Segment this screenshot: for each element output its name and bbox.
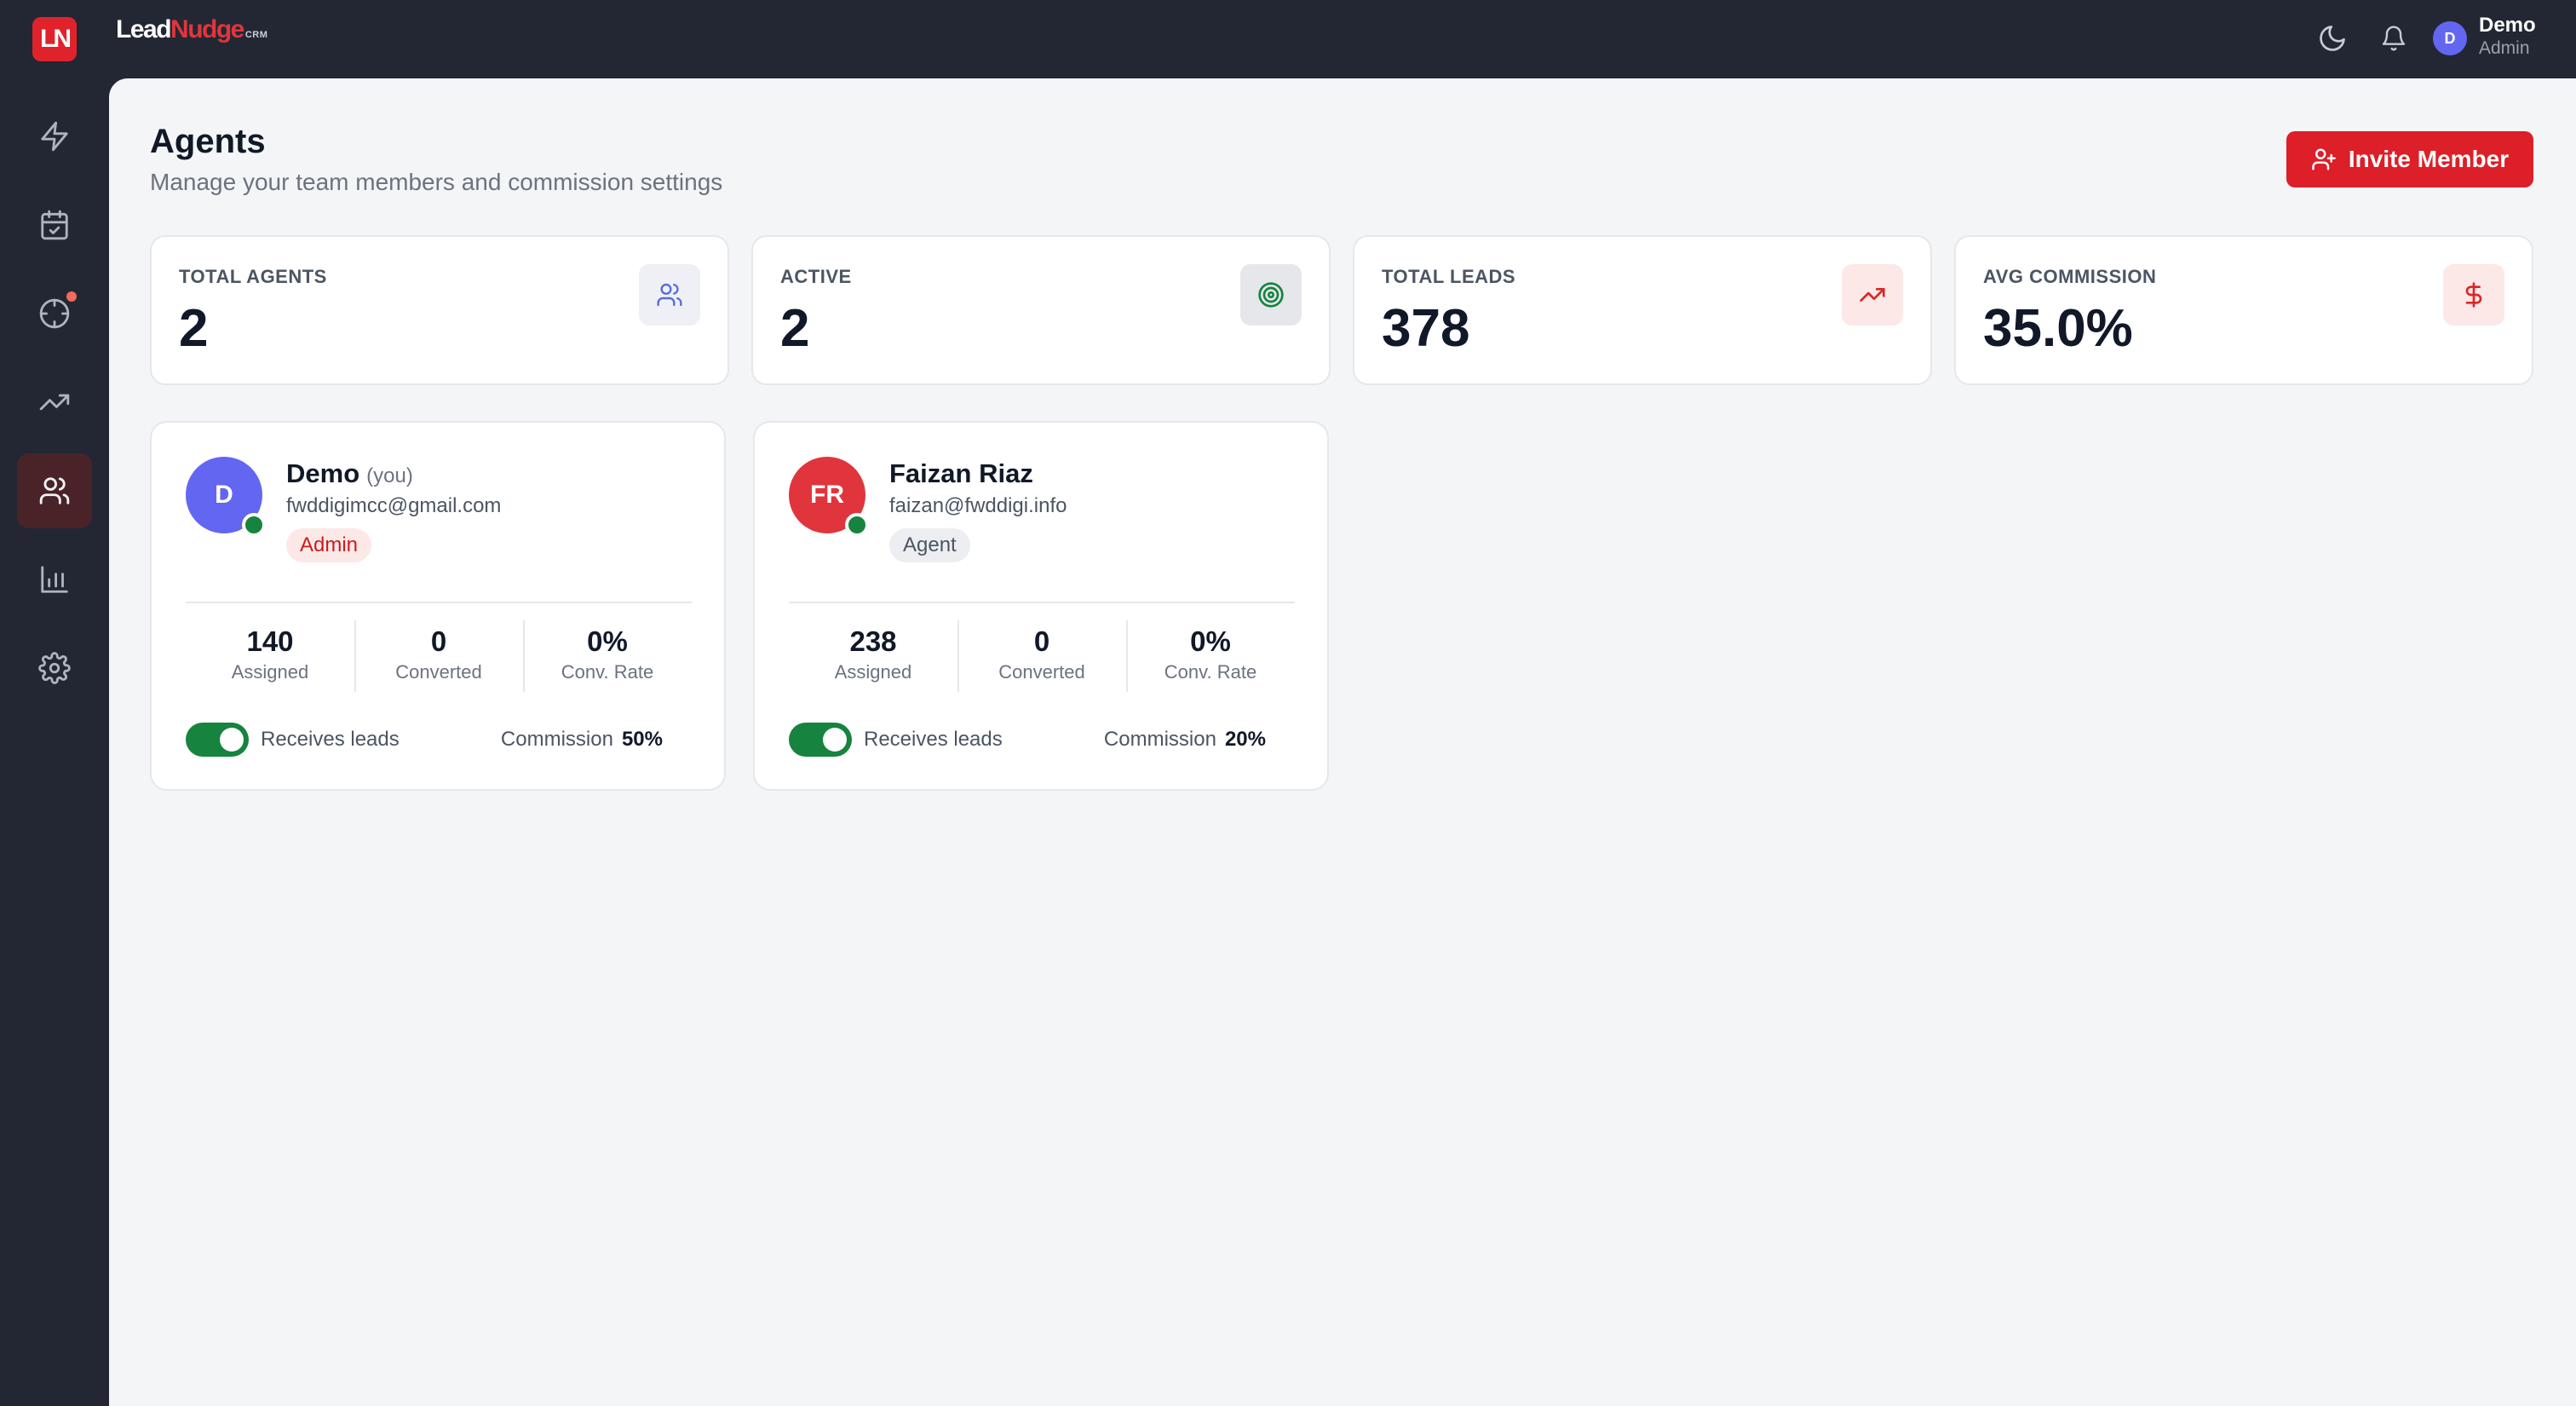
- user-menu[interactable]: Demo Admin: [2479, 14, 2536, 60]
- lightning-icon: [38, 120, 71, 153]
- role-badge: Agent: [889, 528, 970, 562]
- metric-value: 0%: [1190, 625, 1231, 657]
- brand-crm-text: CRM: [244, 30, 268, 40]
- main-content: Agents Manage your team members and comm…: [109, 78, 2576, 1406]
- stat-card-avg-commission: AVG COMMISSION 35.0%: [1954, 235, 2533, 385]
- agent-name: Faizan Riaz: [889, 458, 1033, 488]
- crosshair-icon: [38, 297, 71, 330]
- metric-label: Assigned: [834, 661, 912, 683]
- sidebar-item-trending-up[interactable]: [17, 365, 92, 440]
- stat-label: TOTAL LEADS: [1382, 266, 1516, 287]
- brand-logo[interactable]: LeadNudge CRM: [116, 17, 267, 43]
- stat-value: 2: [780, 299, 810, 358]
- user-role: Admin: [2479, 38, 2530, 58]
- stat-card-total-leads: TOTAL LEADS 378: [1353, 235, 1932, 385]
- moon-icon[interactable]: [2314, 20, 2351, 57]
- dollar-icon: [2443, 264, 2504, 326]
- receives-leads-toggle[interactable]: [186, 723, 249, 757]
- stat-label: AVG COMMISSION: [1983, 266, 2157, 287]
- invite-member-label: Invite Member: [2348, 146, 2510, 172]
- stat-value: 378: [1382, 299, 1470, 358]
- metric-assigned: 238 Assigned: [789, 617, 957, 692]
- notification-dot: [66, 291, 77, 302]
- user-name: Demo: [2479, 14, 2536, 37]
- online-status-dot: [845, 513, 869, 537]
- invite-member-button[interactable]: Invite Member: [2286, 131, 2533, 187]
- metric-label: Conv. Rate: [1164, 661, 1257, 683]
- you-label: (you): [366, 464, 413, 487]
- commission-label: Commission: [1103, 728, 1216, 751]
- agent-card[interactable]: FR Faizan Riaz faizan@fwddigi.info Agent…: [753, 421, 1329, 791]
- metric-label: Conv. Rate: [561, 661, 654, 683]
- metric-value: 0: [1033, 625, 1050, 657]
- sidebar: [0, 78, 109, 1406]
- card-divider: [186, 602, 692, 603]
- metric-value: 0: [430, 625, 447, 657]
- online-status-dot: [242, 513, 266, 537]
- sidebar-item-calendar-check[interactable]: [17, 187, 92, 262]
- card-divider: [789, 602, 1295, 603]
- bar-chart-icon: [38, 563, 71, 596]
- user-avatar[interactable]: D: [2433, 21, 2467, 55]
- toggle-knob: [220, 728, 244, 752]
- stat-label: TOTAL AGENTS: [179, 266, 327, 287]
- agent-name: Demo: [286, 458, 360, 488]
- sidebar-item-crosshair[interactable]: [17, 276, 92, 351]
- stat-label: ACTIVE: [780, 266, 852, 287]
- brand-lead-text: Lead: [116, 15, 172, 43]
- top-bar: LN LeadNudge CRM D Demo Admin: [0, 0, 2576, 78]
- metric-assigned: 140 Assigned: [186, 617, 354, 692]
- metric-value: 238: [849, 625, 897, 657]
- commission-value: 20%: [1224, 728, 1266, 751]
- metric-label: Converted: [395, 661, 482, 683]
- users-icon: [639, 264, 700, 326]
- sidebar-item-bar-chart[interactable]: [17, 542, 92, 617]
- agent-name-row: Faizan Riaz: [889, 458, 1033, 489]
- metric-value: 140: [246, 625, 294, 657]
- metric-converted: 0 Converted: [957, 617, 1126, 692]
- receives-leads-label: Receives leads: [261, 728, 400, 751]
- settings-icon: [38, 652, 71, 684]
- calendar-check-icon: [38, 209, 71, 241]
- stat-card-total-agents: TOTAL AGENTS 2: [150, 235, 729, 385]
- metric-label: Assigned: [231, 661, 309, 683]
- users-icon: [38, 475, 71, 507]
- trending-up-icon: [1842, 264, 1903, 326]
- sidebar-item-users[interactable]: [17, 453, 92, 528]
- commission-label: Commission: [500, 728, 613, 751]
- metric-label: Converted: [998, 661, 1085, 683]
- receives-leads-toggle[interactable]: [789, 723, 852, 757]
- metric-value: 0%: [587, 625, 628, 657]
- sidebar-item-lightning[interactable]: [17, 99, 92, 174]
- agent-email: fwddigimcc@gmail.com: [286, 494, 502, 517]
- sidebar-item-settings[interactable]: [17, 631, 92, 706]
- bell-icon[interactable]: [2375, 20, 2412, 57]
- trending-up-icon: [38, 386, 71, 418]
- metric-conv-rate: 0% Conv. Rate: [523, 617, 692, 692]
- commission-row[interactable]: Commission 50%: [501, 726, 663, 753]
- stat-value: 35.0%: [1983, 299, 2133, 358]
- page-title: Agents: [150, 123, 266, 160]
- page-subtitle: Manage your team members and commission …: [150, 169, 723, 195]
- agent-name-row: Demo (you): [286, 458, 413, 489]
- metric-converted: 0 Converted: [354, 617, 523, 692]
- toggle-knob: [823, 728, 847, 752]
- receives-leads-label: Receives leads: [864, 728, 1003, 751]
- metric-conv-rate: 0% Conv. Rate: [1126, 617, 1295, 692]
- commission-row[interactable]: Commission 20%: [1104, 726, 1266, 753]
- stat-value: 2: [179, 299, 209, 358]
- target-icon: [1240, 264, 1302, 326]
- commission-value: 50%: [621, 728, 663, 751]
- user-plus-icon: [2311, 147, 2337, 172]
- brand-nudge-text: Nudge: [170, 15, 244, 43]
- stat-card-active: ACTIVE 2: [751, 235, 1331, 385]
- agent-email: faizan@fwddigi.info: [889, 494, 1067, 517]
- app-logo-icon[interactable]: LN: [32, 17, 77, 61]
- agent-card[interactable]: D Demo (you) fwddigimcc@gmail.com Admin 1…: [150, 421, 726, 791]
- role-badge: Admin: [286, 528, 372, 562]
